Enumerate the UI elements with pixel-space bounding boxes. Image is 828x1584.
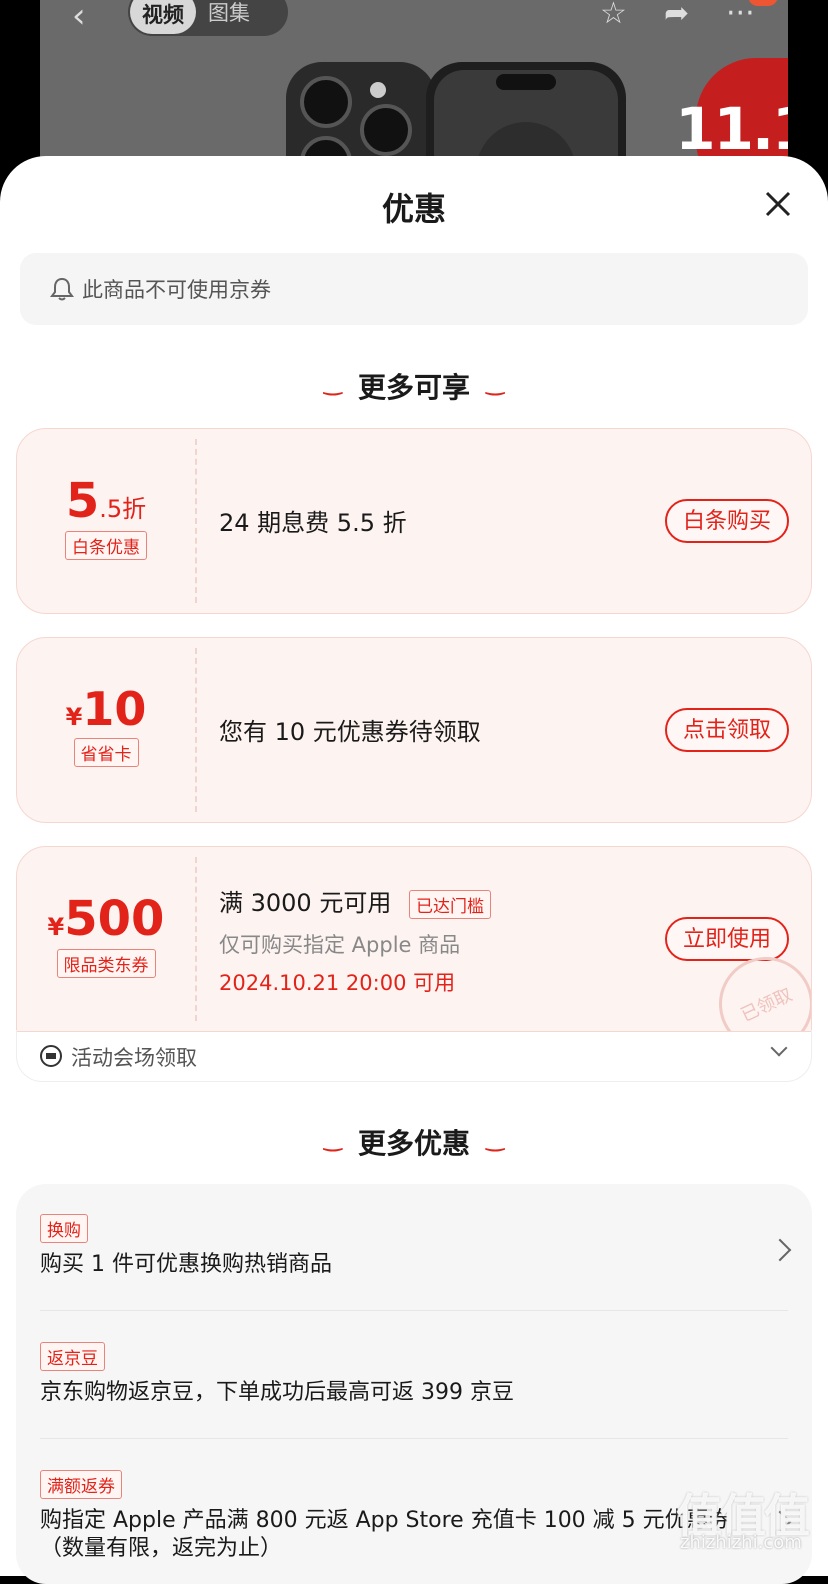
offer-card-savings[interactable]: ¥10 省省卡 您有 10 元优惠券待领取 点击领取: [16, 637, 812, 823]
threshold-met-badge: 已达门槛: [408, 889, 491, 919]
smile-decoration-icon: ‿: [323, 370, 342, 396]
offer-card-jd-coupon[interactable]: ¥500 限品类东券 满 3000 元可用 已达门槛 仅可购买指定 Apple …: [16, 846, 812, 1032]
watermark-url: zhizhizhi.com: [680, 1532, 802, 1553]
offer-value: ¥10 省省卡: [65, 682, 147, 767]
offer-tag: 满额返券: [40, 1470, 122, 1499]
offer-card-baitiao[interactable]: 5.5折 白条优惠 24 期息费 5.5 折 白条购买: [16, 428, 812, 614]
offer-value: 5.5折 白条优惠: [65, 473, 147, 560]
media-tabs: 视频 图集: [128, 0, 288, 36]
venue-claim-text: 活动会场领取: [71, 1046, 197, 1070]
notice-text: 此商品不可使用京券: [82, 278, 271, 302]
offer-description: 24 期息费 5.5 折: [219, 509, 407, 537]
offer-tag: 返京豆: [40, 1342, 105, 1371]
tab-video[interactable]: 视频: [130, 0, 196, 34]
coupon-scope: 仅可购买指定 Apple 商品: [219, 933, 461, 957]
smile-decoration-icon: ‿: [486, 370, 505, 396]
offer-tag: 限品类东券: [56, 949, 156, 978]
offer-text: 购买 1 件可优惠换购热销商品: [40, 1252, 332, 1277]
offer-tag: 省省卡: [73, 738, 139, 767]
venue-claim-row[interactable]: 活动会场领取: [16, 1030, 812, 1082]
offer-text: 购指定 Apple 产品满 800 元返 App Store 充值卡 100 减…: [40, 1508, 731, 1561]
star-icon[interactable]: ☆: [600, 0, 627, 31]
bell-icon: [50, 277, 74, 301]
smile-decoration-icon: ‿: [323, 1126, 342, 1152]
tab-gallery[interactable]: 图集: [196, 0, 262, 27]
coupon-notice: 此商品不可使用京券: [20, 253, 808, 325]
list-item[interactable]: 返京豆 京东购物返京豆，下单成功后最高可返 399 京豆: [40, 1342, 788, 1407]
offer-value: ¥500 限品类东券: [47, 891, 165, 978]
ticket-icon: [40, 1045, 62, 1067]
list-item[interactable]: 换购 购买 1 件可优惠换购热销商品: [40, 1214, 788, 1279]
section-title-more-offers: ‿ 更多优惠 ‿: [323, 1126, 505, 1161]
offer-description: 您有 10 元优惠券待领取: [219, 718, 481, 746]
coupon-threshold: 满 3000 元可用 已达门槛: [219, 883, 491, 919]
baitiao-buy-button[interactable]: 白条购买: [665, 499, 789, 543]
offer-text: 京东购物返京豆，下单成功后最高可返 399 京豆: [40, 1380, 514, 1405]
share-icon[interactable]: ➦: [664, 0, 689, 31]
chevron-down-icon[interactable]: [770, 1039, 788, 1057]
offer-tag: 白条优惠: [65, 531, 147, 560]
sheet-title: 优惠: [381, 190, 446, 228]
back-icon[interactable]: ‹: [72, 0, 86, 36]
use-now-button[interactable]: 立即使用: [665, 917, 789, 961]
offer-tag: 换购: [40, 1214, 88, 1243]
list-item[interactable]: 满额返券 购指定 Apple 产品满 800 元返 App Store 充值卡 …: [40, 1470, 732, 1563]
coupon-valid-time: 2024.10.21 20:00 可用: [219, 971, 456, 995]
discount-sheet: 优惠 此商品不可使用京券 ‿ 更多可享 ‿ 5.5折 白条优惠 24 期息费 5.5…: [0, 156, 828, 1584]
claim-coupon-button[interactable]: 点击领取: [665, 708, 789, 752]
more-icon[interactable]: ···: [726, 0, 755, 31]
close-icon[interactable]: [760, 186, 796, 222]
smile-decoration-icon: ‿: [486, 1126, 505, 1152]
section-title-more-available: ‿ 更多可享 ‿: [323, 370, 505, 405]
